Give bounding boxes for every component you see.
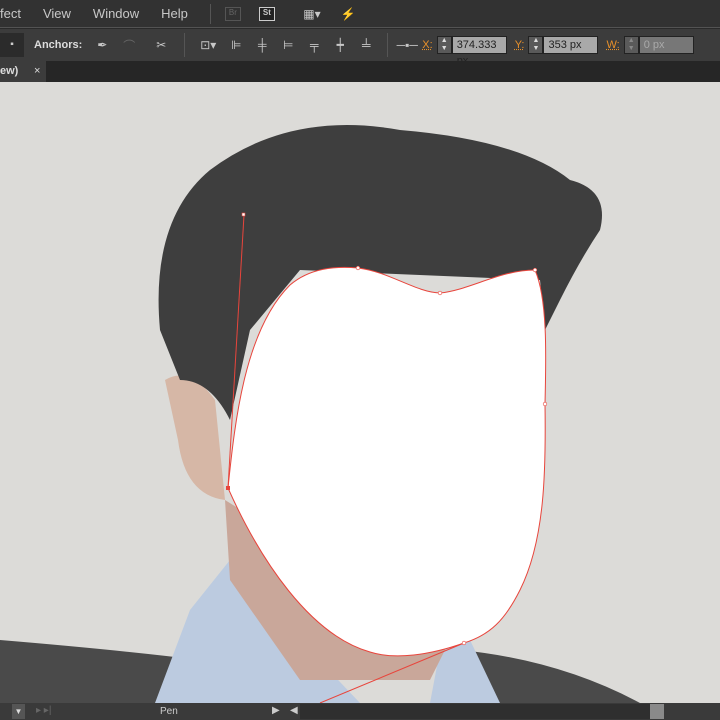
zoom-dropdown-icon[interactable]: ▼ [12,704,25,719]
current-tool: Pen [160,706,178,717]
next-artboard-icon[interactable]: ▸ ▸| [36,705,51,716]
anchor-point [542,401,548,407]
w-label: W: [606,39,620,51]
control-bar: ▪ Anchors: ✒ ⌒ ✂ ⊡▾ ⊫ ╪ ⊨ ╤ ┿ ╧ ─▪─ X: ▲… [0,28,720,67]
menu-help[interactable]: Help [161,6,188,21]
align-top-icon[interactable]: ╤ [301,38,327,52]
horizontal-scrollbar[interactable] [300,704,664,719]
document-tab-bar: ew) × [0,61,720,82]
align-to-icon[interactable]: ⊡▾ [193,38,223,52]
menu-effect[interactable]: fect [0,6,21,21]
align-middle-icon[interactable]: ┿ [327,38,353,52]
divider [209,3,211,24]
sync-icon[interactable]: ⚡ [341,7,356,21]
divider [387,33,389,57]
anchor-point [437,290,443,296]
x-stepper[interactable]: ▲ ▼ [436,36,452,54]
y-stepper[interactable]: ▲ ▼ [528,36,544,54]
stock-icon[interactable]: St [258,6,275,21]
anchor-convert-icon[interactable]: ▪ [0,33,24,57]
align-bottom-icon[interactable]: ╧ [353,38,379,52]
align-center-icon[interactable]: ╪ [249,38,275,52]
anchor-point [461,640,467,646]
cut-path-icon[interactable]: ✂ [146,38,176,52]
w-input[interactable]: 0 px [638,36,694,54]
x-input[interactable]: 374.333 px [451,36,507,67]
bridge-icon[interactable]: Br [224,6,241,21]
align-left-icon[interactable]: ⊫ [223,38,249,52]
menu-window[interactable]: Window [93,6,139,21]
scrollbar-thumb[interactable] [650,704,664,719]
handle-point [241,212,246,217]
anchors-label: Anchors: [34,39,83,51]
artboard-canvas[interactable] [0,82,720,704]
anchor-point [355,265,361,271]
divider [184,33,186,57]
workspace-icon[interactable]: ▦▾ [299,7,325,21]
menu-view[interactable]: View [43,6,71,21]
tab-label: ew) [0,65,19,77]
align-right-icon[interactable]: ⊨ [275,38,301,52]
y-input[interactable]: 353 px [543,36,599,54]
x-label: X: [422,39,433,51]
menu-bar: fect View Window Help Br St ▦▾ ⚡ [0,0,720,27]
handle-icon[interactable]: ⌒ [112,37,146,54]
scroll-left-icon[interactable]: ◀ [290,705,298,716]
close-icon[interactable]: × [34,61,40,82]
status-menu-icon[interactable]: ▶ [272,705,280,716]
document-tab[interactable]: ew) × [0,61,46,82]
reference-point-icon[interactable]: ─▪─ [396,38,418,52]
status-bar: ▼ ▸ ▸| Pen ▶ ◀ [0,703,720,720]
w-stepper[interactable]: ▲ ▼ [623,36,639,54]
photo-artwork [0,82,720,704]
anchor-point-selected [226,486,230,490]
convert-anchor-icon[interactable]: ✒ [92,38,112,52]
anchor-point [532,267,538,273]
y-label: Y: [514,39,525,51]
